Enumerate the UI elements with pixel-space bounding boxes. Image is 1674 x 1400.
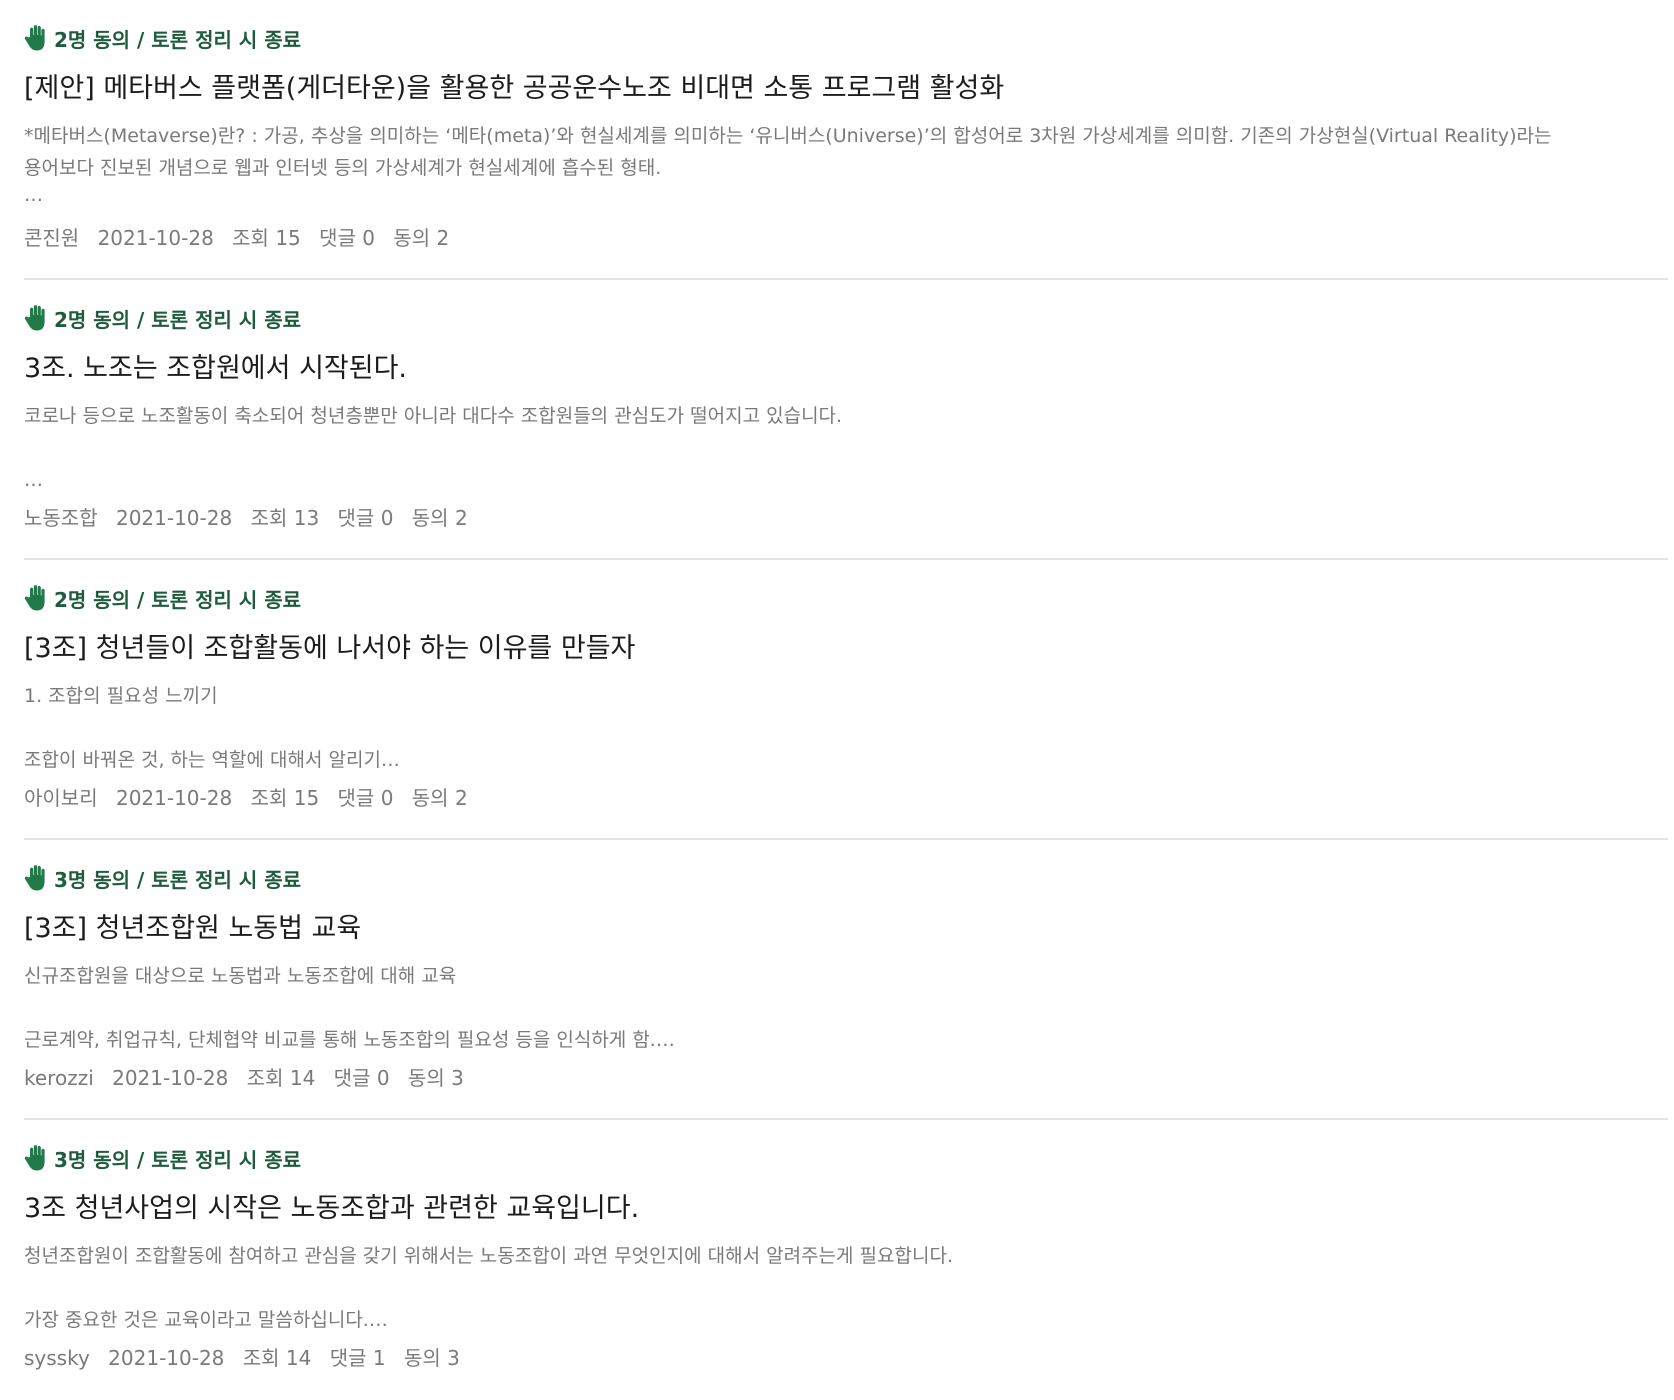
status-text: 2명 동의 / 토론 정리 시 종료	[54, 307, 301, 332]
view-count: 조회 15	[250, 786, 320, 810]
post-title[interactable]: 3조 청년사업의 시작은 노동조합과 관련한 교육입니다.	[24, 1186, 639, 1225]
comment-count: 댓글 0	[337, 506, 394, 530]
comment-count: 댓글 1	[329, 1346, 386, 1370]
status-text: 2명 동의 / 토론 정리 시 종료	[54, 27, 301, 52]
view-count: 조회 14	[246, 1066, 316, 1090]
post-meta: 아이보리 2021-10-28 조회 15 댓글 0 동의 2	[24, 782, 480, 811]
status-text: 3명 동의 / 토론 정리 시 종료	[54, 867, 301, 892]
post-list: 2명 동의 / 토론 정리 시 종료 [제안] 메타버스 플랫폼(게더타운)을 …	[0, 0, 1674, 1388]
post-date: 2021-10-28	[108, 1346, 225, 1370]
view-count: 조회 14	[242, 1346, 312, 1370]
excerpt-line: 가장 중요한 것은 교육이라고 말씀하십니다.…	[24, 1309, 388, 1331]
comment-count: 댓글 0	[333, 1066, 390, 1090]
view-count: 조회 13	[250, 506, 320, 530]
agree-status: 2명 동의 / 토론 정리 시 종료	[24, 584, 301, 612]
post-title[interactable]: [3조] 청년들이 조합활동에 나서야 하는 이유를 만들자	[24, 626, 635, 665]
post-date: 2021-10-28	[97, 226, 214, 250]
post-excerpt[interactable]: 신규조합원을 대상으로 노동법과 노동조합에 대해 교육 근로계약, 취업규칙,…	[24, 960, 1664, 1056]
post-meta: kerozzi 2021-10-28 조회 14 댓글 0 동의 3	[24, 1062, 476, 1091]
post-date: 2021-10-28	[112, 1066, 229, 1090]
excerpt-line: 1. 조합의 필요성 느끼기	[24, 685, 218, 707]
post-title[interactable]: [3조] 청년조합원 노동법 교육	[24, 906, 361, 945]
post-title[interactable]: 3조. 노조는 조합원에서 시작된다.	[24, 346, 407, 385]
excerpt-line: 근로계약, 취업규칙, 단체협약 비교를 통해 노동조합의 필요성 등을 인식하…	[24, 1029, 675, 1051]
excerpt-line	[24, 712, 1664, 744]
view-count: 조회 15	[232, 226, 301, 250]
post-item[interactable]: 2명 동의 / 토론 정리 시 종료 [제안] 메타버스 플랫폼(게더타운)을 …	[24, 0, 1668, 280]
agree-count: 동의 2	[393, 226, 450, 250]
post-item[interactable]: 3명 동의 / 토론 정리 시 종료 3조 청년사업의 시작은 노동조합과 관련…	[24, 1120, 1668, 1400]
post-meta: syssky 2021-10-28 조회 14 댓글 1 동의 3	[24, 1342, 472, 1371]
excerpt-line: …	[24, 469, 43, 491]
agree-count: 동의 2	[411, 506, 468, 530]
excerpt-line	[24, 432, 1664, 464]
post-excerpt[interactable]: 1. 조합의 필요성 느끼기 조합이 바꿔온 것, 하는 역할에 대해서 알리기…	[24, 680, 1664, 776]
post-excerpt[interactable]: 코로나 등으로 노조활동이 축소되어 청년층뿐만 아니라 대다수 조합원들의 관…	[24, 400, 1664, 496]
comment-count: 댓글 0	[337, 786, 394, 810]
excerpt-line: 청년조합원이 조합활동에 참여하고 관심을 갖기 위해서는 노동조합이 과연 무…	[24, 1245, 953, 1267]
post-item[interactable]: 2명 동의 / 토론 정리 시 종료 [3조] 청년들이 조합활동에 나서야 하…	[24, 560, 1668, 840]
excerpt-line: …	[24, 184, 43, 206]
post-item[interactable]: 3명 동의 / 토론 정리 시 종료 [3조] 청년조합원 노동법 교육 신규조…	[24, 840, 1668, 1120]
status-text: 2명 동의 / 토론 정리 시 종료	[54, 587, 301, 612]
author-name: 아이보리	[24, 786, 98, 810]
excerpt-line: 코로나 등으로 노조활동이 축소되어 청년층뿐만 아니라 대다수 조합원들의 관…	[24, 405, 843, 427]
post-meta: 콘진원 2021-10-28 조회 15 댓글 0 동의 2	[24, 222, 461, 251]
agree-count: 동의 2	[411, 786, 468, 810]
excerpt-line	[24, 992, 1664, 1024]
raised-hand-icon	[24, 584, 50, 612]
post-item[interactable]: 2명 동의 / 토론 정리 시 종료 3조. 노조는 조합원에서 시작된다. 코…	[24, 280, 1668, 560]
agree-status: 3명 동의 / 토론 정리 시 종료	[24, 1144, 301, 1172]
raised-hand-icon	[24, 864, 50, 892]
author-name: 노동조합	[24, 506, 98, 530]
agree-status: 2명 동의 / 토론 정리 시 종료	[24, 24, 301, 52]
excerpt-line: 용어보다 진보된 개념으로 웹과 인터넷 등의 가상세계가 현실세계에 흡수된 …	[24, 157, 662, 179]
author-name: kerozzi	[24, 1066, 94, 1090]
post-title[interactable]: [제안] 메타버스 플랫폼(게더타운)을 활용한 공공운수노조 비대면 소통 프…	[24, 66, 1004, 105]
excerpt-line: *메타버스(Metaverse)란? : 가공, 추상을 의미하는 ‘메타(me…	[24, 125, 1552, 147]
comment-count: 댓글 0	[319, 226, 376, 250]
status-text: 3명 동의 / 토론 정리 시 종료	[54, 1147, 301, 1172]
post-date: 2021-10-28	[115, 786, 233, 810]
excerpt-line	[24, 1272, 1664, 1304]
excerpt-line: 조합이 바꿔온 것, 하는 역할에 대해서 알리기…	[24, 749, 400, 771]
agree-status: 3명 동의 / 토론 정리 시 종료	[24, 864, 301, 892]
author-name: 콘진원	[24, 226, 80, 250]
agree-status: 2명 동의 / 토론 정리 시 종료	[24, 304, 301, 332]
post-meta: 노동조합 2021-10-28 조회 13 댓글 0 동의 2	[24, 502, 480, 531]
raised-hand-icon	[24, 1144, 50, 1172]
author-name: syssky	[24, 1346, 90, 1370]
agree-count: 동의 3	[407, 1066, 464, 1090]
raised-hand-icon	[24, 24, 50, 52]
post-excerpt[interactable]: 청년조합원이 조합활동에 참여하고 관심을 갖기 위해서는 노동조합이 과연 무…	[24, 1240, 1664, 1336]
excerpt-line: 신규조합원을 대상으로 노동법과 노동조합에 대해 교육	[24, 965, 457, 987]
post-excerpt[interactable]: *메타버스(Metaverse)란? : 가공, 추상을 의미하는 ‘메타(me…	[24, 120, 1664, 210]
raised-hand-icon	[24, 304, 50, 332]
agree-count: 동의 3	[403, 1346, 460, 1370]
post-date: 2021-10-28	[115, 506, 233, 530]
